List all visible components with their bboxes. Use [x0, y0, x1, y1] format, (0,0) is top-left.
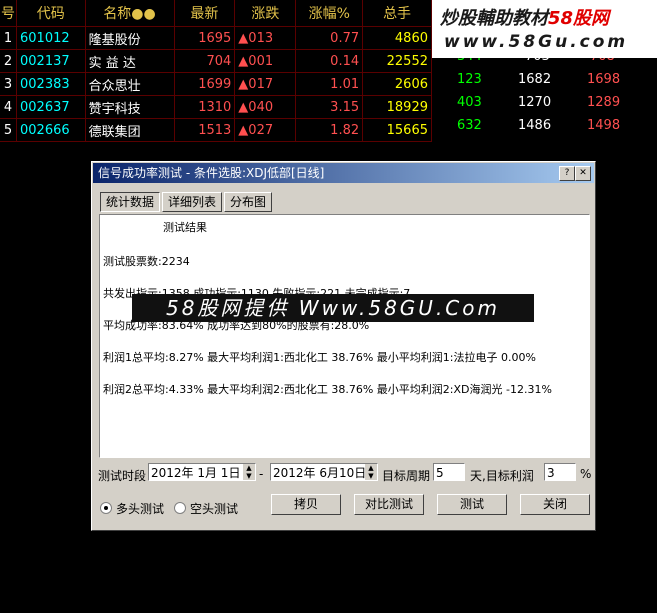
stock-table: 号 代码 名称●● 最新 涨跌 涨幅% 总手 1 601012 隆基股份 169…	[0, 0, 432, 142]
col-change[interactable]: 涨跌	[234, 0, 297, 27]
results-heading: 测试结果	[163, 221, 207, 234]
extra-col-a: 123	[457, 72, 482, 87]
date-dash: -	[259, 467, 264, 481]
results-stock-count: 测试股票数:2234	[103, 255, 190, 268]
radio-short-label[interactable]: 空头测试	[190, 500, 238, 517]
stock-code: 002637	[16, 95, 86, 119]
tab-statistics[interactable]: 统计数据	[100, 192, 161, 212]
stock-price: 704	[174, 49, 236, 73]
stock-price: 1513	[174, 118, 236, 142]
period-label: 测试时段	[98, 469, 147, 483]
stock-name: 德联集团	[85, 118, 175, 142]
extra-col-b: 1682	[518, 72, 552, 87]
compare-test-button[interactable]: 对比测试	[354, 494, 424, 515]
col-name[interactable]: 名称●●	[85, 0, 175, 27]
stock-change: ▲013	[234, 26, 297, 50]
stock-change-pct: 1.82	[295, 118, 364, 142]
radio-short-test[interactable]	[174, 502, 186, 514]
radio-long-test[interactable]	[100, 502, 112, 514]
brand-site-name: 58股网	[548, 8, 610, 29]
extra-col-c: 1498	[587, 118, 621, 133]
stock-price: 1699	[174, 72, 236, 96]
extra-col-b: 1270	[518, 95, 552, 110]
signal-test-dialog: 信号成功率测试 - 条件选股:XDJ低部[日线] ? ✕ 统计数据 详细列表 分布图…	[91, 161, 596, 531]
col-volume[interactable]: 总手	[362, 0, 432, 27]
stock-change: ▲017	[234, 72, 297, 96]
days-target-profit-label: 天,目标利润	[470, 469, 534, 483]
date-to-picker[interactable]: 2012年 6月10日 ▲ ▼	[270, 463, 378, 481]
stock-name: 隆基股份	[85, 26, 175, 50]
col-change-pct[interactable]: 涨幅%	[295, 0, 364, 27]
col-num[interactable]: 号	[0, 0, 17, 27]
dialog-title: 信号成功率测试 - 条件选股:XDJ低部[日线]	[98, 166, 325, 180]
stock-code: 002137	[16, 49, 86, 73]
extra-col-a: 403	[457, 95, 482, 110]
close-icon[interactable]: ✕	[575, 166, 591, 181]
brand-url: www.58Gu.com	[444, 32, 629, 52]
results-profit2: 利润2总平均:4.33% 最大平均利润2:西北化工 38.76% 最小平均利润2…	[103, 383, 552, 396]
row-num: 5	[0, 118, 17, 142]
stock-volume: 15665	[362, 118, 432, 142]
stock-price: 1310	[174, 95, 236, 119]
date-to-value: 2012年 6月10日	[273, 466, 367, 480]
table-row[interactable]: 5 002666 德联集团 1513 ▲027 1.82 15665	[0, 118, 432, 142]
stock-price: 1695	[174, 26, 236, 50]
stock-change: ▲040	[234, 95, 297, 119]
stock-code: 002666	[16, 118, 86, 142]
stock-name: 合众思壮	[85, 72, 175, 96]
target-profit-input[interactable]: 3	[544, 463, 576, 481]
stock-volume: 18929	[362, 95, 432, 119]
table-row[interactable]: 1 601012 隆基股份 1695 ▲013 0.77 4860	[0, 26, 432, 50]
copy-button[interactable]: 拷贝	[271, 494, 341, 515]
brand-title: 炒股輔助教材58股网	[440, 4, 609, 30]
stock-code: 601012	[16, 26, 86, 50]
brand-banner: 炒股輔助教材58股网 www.58Gu.com	[432, 0, 657, 58]
stock-code: 002383	[16, 72, 86, 96]
stock-name: 赞宇科技	[85, 95, 175, 119]
dialog-titlebar[interactable]: 信号成功率测试 - 条件选股:XDJ低部[日线] ? ✕	[93, 163, 594, 183]
row-num: 3	[0, 72, 17, 96]
tab-detail-list[interactable]: 详细列表	[162, 192, 223, 212]
dialog-tabs: 统计数据 详细列表 分布图	[100, 192, 274, 212]
spin-icon[interactable]: ▲ ▼	[243, 464, 255, 480]
extra-col-b: 1486	[518, 118, 552, 133]
close-button[interactable]: 关闭	[520, 494, 590, 515]
row-num: 1	[0, 26, 17, 50]
stock-volume: 22552	[362, 49, 432, 73]
target-period-label: 目标周期	[382, 469, 431, 483]
results-panel[interactable]: 测试结果 测试股票数:2234 共发出指示:1358 成功指示:1130 失败指…	[99, 214, 590, 458]
stock-change: ▲001	[234, 49, 297, 73]
stock-change-pct: 0.14	[295, 49, 364, 73]
results-profit1: 利润1总平均:8.27% 最大平均利润1:西北化工 38.76% 最小平均利润1…	[103, 351, 536, 364]
test-button[interactable]: 测试	[437, 494, 507, 515]
stock-change: ▲027	[234, 118, 297, 142]
stock-change-pct: 0.77	[295, 26, 364, 50]
radio-long-label[interactable]: 多头测试	[116, 500, 164, 517]
stock-volume: 2606	[362, 72, 432, 96]
help-icon[interactable]: ?	[559, 166, 575, 181]
table-header-row: 号 代码 名称●● 最新 涨跌 涨幅% 总手	[0, 0, 432, 27]
table-row[interactable]: 4 002637 赞宇科技 1310 ▲040 3.15 18929	[0, 95, 432, 119]
col-code[interactable]: 代码	[16, 0, 86, 27]
col-price[interactable]: 最新	[174, 0, 236, 27]
table-row[interactable]: 2 002137 实 益 达 704 ▲001 0.14 22552	[0, 49, 432, 73]
date-from-value: 2012年 1月 1日	[151, 466, 241, 480]
stock-name: 实 益 达	[85, 49, 175, 73]
extra-col-c: 1698	[587, 72, 621, 87]
row-num: 2	[0, 49, 17, 73]
brand-title-text: 炒股輔助教材	[440, 8, 548, 29]
watermark-banner: 58股网提供 Www.58GU.Com	[132, 294, 534, 322]
table-row[interactable]: 3 002383 合众思壮 1699 ▲017 1.01 2606	[0, 72, 432, 96]
stock-change-pct: 1.01	[295, 72, 364, 96]
stock-change-pct: 3.15	[295, 95, 364, 119]
extra-col-a: 632	[457, 118, 482, 133]
target-period-input[interactable]: 5	[433, 463, 465, 481]
stock-volume: 4860	[362, 26, 432, 50]
spin-icon[interactable]: ▲ ▼	[365, 464, 377, 480]
extra-col-c: 1289	[587, 95, 621, 110]
row-num: 4	[0, 95, 17, 119]
date-from-picker[interactable]: 2012年 1月 1日 ▲ ▼	[148, 463, 256, 481]
percent-label: %	[580, 467, 592, 481]
tab-distribution[interactable]: 分布图	[224, 192, 273, 212]
